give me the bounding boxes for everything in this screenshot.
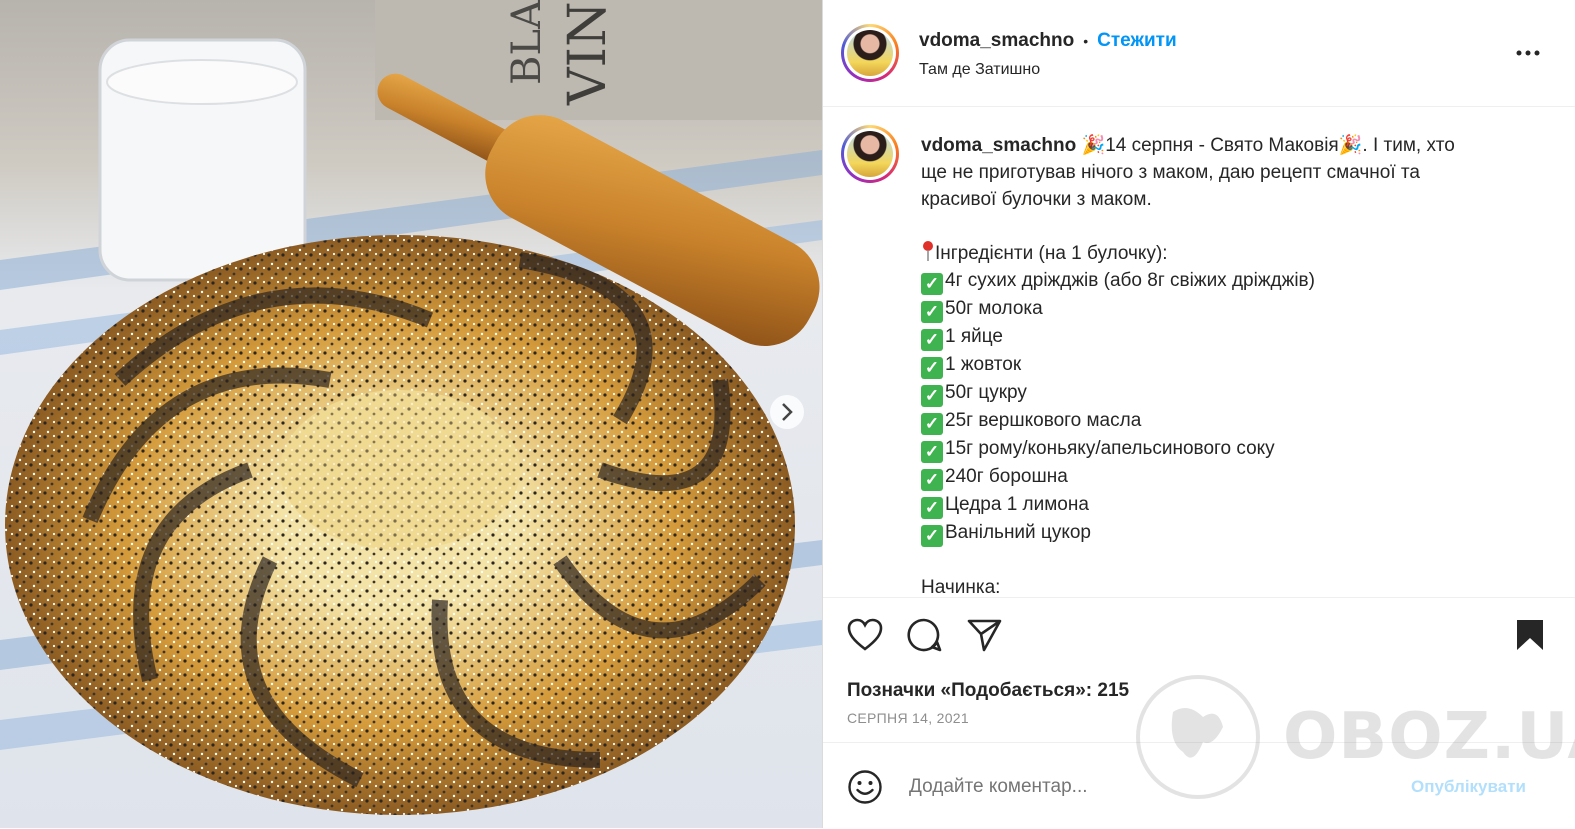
check-mark-icon: ✓ bbox=[921, 413, 943, 435]
party-popper-icon: 🎉 bbox=[1338, 135, 1363, 156]
heart-icon bbox=[847, 618, 883, 651]
more-options-button[interactable] bbox=[1515, 42, 1541, 64]
check-mark-icon: ✓ bbox=[921, 301, 943, 323]
ingredient-text: 15г рому/коньяку/апельсинового соку bbox=[945, 438, 1275, 459]
sign-text-2: VIN bbox=[558, 1, 618, 106]
ingredient-item: ✓ Ванільний цукор bbox=[921, 519, 1541, 547]
check-mark-icon: ✓ bbox=[921, 329, 943, 351]
post-photo: BLANC VIN bbox=[0, 0, 822, 828]
caption-text: vdoma_smachno 🎉14 серпня - Свято Маковія… bbox=[921, 132, 1541, 598]
check-mark-icon: ✓ bbox=[921, 441, 943, 463]
comment-input[interactable] bbox=[907, 771, 1391, 803]
poppy-seed-bun-photo: BLANC VIN bbox=[0, 0, 822, 828]
caption-intro-1: 14 серпня - Свято Маковія bbox=[1105, 135, 1339, 156]
likes-count[interactable]: Позначки «Подобається»: 215 bbox=[847, 680, 1129, 702]
save-button[interactable] bbox=[1515, 618, 1545, 657]
ingredient-item: ✓ 50г цукру bbox=[921, 379, 1541, 407]
ingredient-text: 1 яйце bbox=[945, 326, 1003, 347]
share-button[interactable] bbox=[967, 618, 1003, 657]
sign-text-1: BLANC bbox=[504, 0, 550, 85]
caption-intro-3: красивої булочки з маком. bbox=[921, 189, 1152, 210]
party-popper-icon: 🎉 bbox=[1081, 135, 1106, 156]
bookmark-icon bbox=[1517, 620, 1543, 650]
ingredient-text: 25г вершкового масла bbox=[945, 410, 1142, 431]
ingredient-item: ✓ 4г сухих дріжджів (або 8г свіжих дріждж… bbox=[921, 267, 1541, 295]
check-mark-icon: ✓ bbox=[921, 469, 943, 491]
ingredients-title: Інгредієнти (на 1 булочку): bbox=[935, 243, 1168, 264]
ingredient-text: 4г сухих дріжджів (або 8г свіжих дріжджі… bbox=[945, 270, 1315, 291]
caption-username[interactable]: vdoma_smachno bbox=[921, 135, 1076, 156]
filling-title: Начинка: bbox=[921, 577, 1001, 598]
smiley-icon bbox=[848, 770, 882, 804]
location-label[interactable]: Там де Затишно bbox=[919, 61, 1040, 79]
ingredient-text: 50г цукру bbox=[945, 382, 1027, 403]
separator-dot: • bbox=[1083, 33, 1089, 49]
post-header: vdoma_smachno • Стежити Там де Затишно bbox=[823, 0, 1575, 107]
ingredient-item: ✓ 50г молока bbox=[921, 295, 1541, 323]
ingredient-text: 240г борошна bbox=[945, 466, 1068, 487]
caption-intro-1-rest: . І тим, хто bbox=[1362, 135, 1455, 156]
avatar[interactable] bbox=[841, 24, 899, 82]
ingredients-list: ✓ 4г сухих дріжджів (або 8г свіжих дріждж… bbox=[921, 267, 1541, 547]
ingredient-text: Ванільний цукор bbox=[945, 522, 1091, 543]
header-username[interactable]: vdoma_smachno bbox=[919, 30, 1074, 52]
caption-avatar[interactable] bbox=[841, 125, 899, 183]
comment-icon bbox=[907, 618, 942, 652]
check-mark-icon: ✓ bbox=[921, 525, 943, 547]
comment-button[interactable] bbox=[907, 618, 943, 657]
like-button[interactable] bbox=[847, 618, 883, 657]
publish-button[interactable]: Опублікувати bbox=[1411, 777, 1526, 797]
post-side-panel: vdoma_smachno • Стежити Там де Затишно v… bbox=[822, 0, 1575, 828]
check-mark-icon: ✓ bbox=[921, 385, 943, 407]
comment-bar: Опублікувати bbox=[823, 742, 1575, 829]
ingredient-item: ✓ 1 жовток bbox=[921, 351, 1541, 379]
follow-button[interactable]: Стежити bbox=[1097, 30, 1176, 52]
caption-avatar-image bbox=[847, 131, 893, 177]
next-photo-button[interactable] bbox=[770, 395, 804, 429]
check-mark-icon: ✓ bbox=[921, 273, 943, 295]
ingredient-item: ✓ Цедра 1 лимона bbox=[921, 491, 1541, 519]
emoji-button[interactable] bbox=[847, 769, 883, 810]
ingredient-text: 1 жовток bbox=[945, 354, 1022, 375]
ingredient-text: 50г молока bbox=[945, 298, 1043, 319]
check-mark-icon: ✓ bbox=[921, 497, 943, 519]
caption-area: vdoma_smachno 🎉14 серпня - Свято Маковія… bbox=[823, 107, 1575, 598]
more-horizontal-icon bbox=[1516, 50, 1540, 56]
ingredient-item: ✓ 15г рому/коньяку/апельсинового соку bbox=[921, 435, 1541, 463]
ingredient-text: Цедра 1 лимона bbox=[945, 494, 1089, 515]
check-mark-icon: ✓ bbox=[921, 357, 943, 379]
ingredient-item: ✓ 240г борошна bbox=[921, 463, 1541, 491]
send-icon bbox=[967, 619, 1002, 652]
action-bar bbox=[823, 598, 1575, 678]
caption-intro-2: ще не приготував нічого з маком, даю рец… bbox=[921, 162, 1420, 183]
ingredient-item: ✓ 25г вершкового масла bbox=[921, 407, 1541, 435]
pushpin-icon bbox=[921, 240, 935, 262]
ingredient-item: ✓ 1 яйце bbox=[921, 323, 1541, 351]
post-date[interactable]: СЕРПНЯ 14, 2021 bbox=[847, 710, 969, 726]
avatar-image bbox=[847, 30, 893, 76]
